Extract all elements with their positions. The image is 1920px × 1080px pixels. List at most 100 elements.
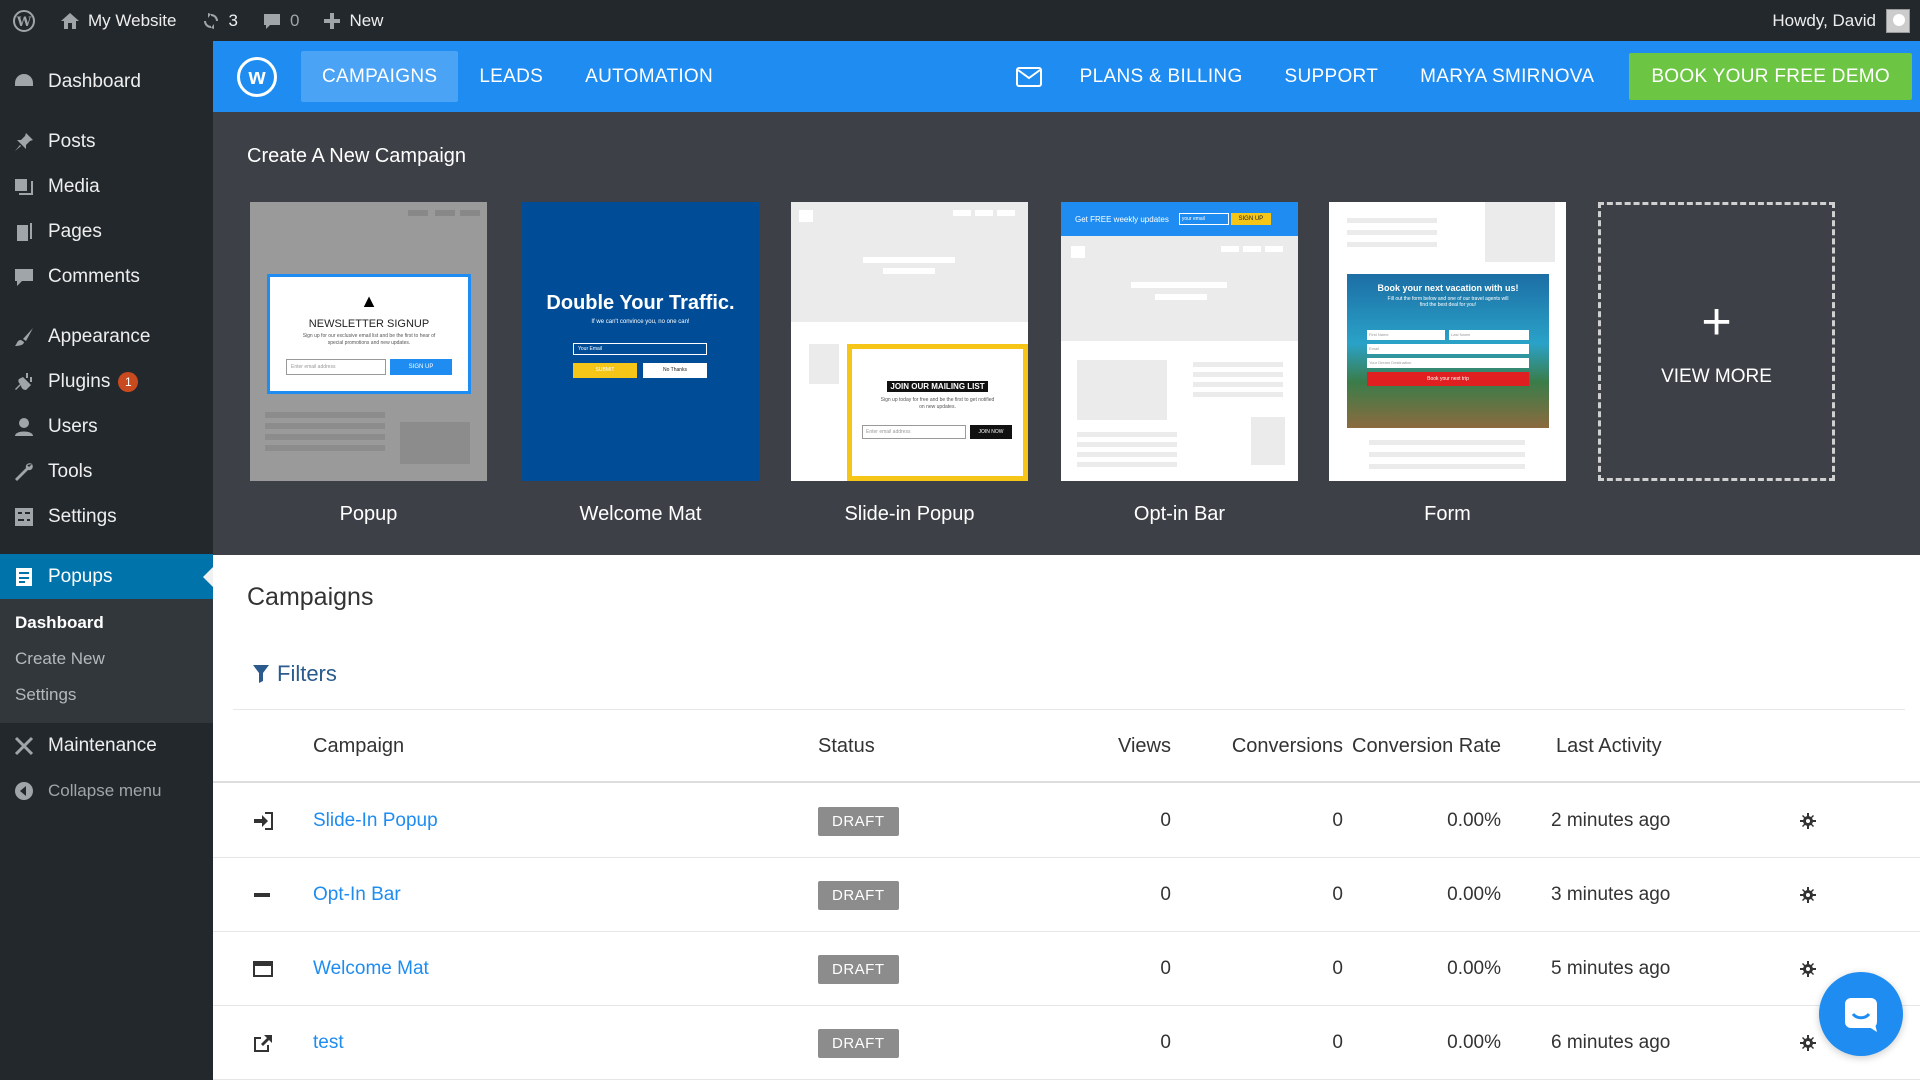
sidebar-item-appearance[interactable]: Appearance (0, 314, 213, 359)
template-opt-in-bar[interactable]: Get FREE weekly updates your email SIGN … (1061, 202, 1298, 526)
logo-icon: ▲ (360, 291, 378, 311)
col-status[interactable]: Status (818, 710, 875, 783)
brand-logo[interactable]: w (237, 56, 277, 97)
create-campaign-panel: Create A New Campaign ▲ NEWSLETTER SIGNU… (213, 112, 1920, 555)
new-content-link[interactable]: New (311, 0, 395, 41)
wrench-icon (12, 460, 36, 484)
filters-label: Filters (277, 661, 337, 686)
sidebar-item-pages[interactable]: Pages (0, 209, 213, 254)
comments-link[interactable]: 0 (250, 0, 311, 41)
popups-submenu: Dashboard Create New Settings (0, 599, 213, 723)
sidebar-item-popups[interactable]: Popups (0, 554, 213, 599)
sidebar-item-maintenance[interactable]: Maintenance (0, 723, 213, 768)
filters-toggle[interactable]: Filters (253, 661, 337, 687)
popup-thumb-button: SIGN UP (390, 359, 452, 375)
sidebar-item-label: Popups (48, 565, 113, 587)
campaign-name-link[interactable]: test (313, 1006, 344, 1080)
tile-label: Welcome Mat (579, 503, 702, 525)
form-thumb-title: Book your next vacation with us! (1377, 283, 1519, 293)
slide-thumb-input: Enter email address (862, 425, 966, 439)
sidebar-item-label: Posts (48, 130, 96, 152)
sidebar-item-comments[interactable]: Comments (0, 254, 213, 299)
status-badge: DRAFT (818, 1028, 899, 1058)
sidebar-item-label: Media (48, 175, 100, 197)
col-campaign[interactable]: Campaign (313, 710, 404, 783)
nav-leads[interactable]: LEADS (458, 51, 564, 102)
view-more-templates[interactable]: + VIEW MORE (1598, 202, 1835, 481)
gear-icon[interactable] (1800, 858, 1816, 932)
updates-link[interactable]: 3 (189, 0, 250, 41)
wordpress-logo-icon[interactable]: W (0, 0, 48, 41)
template-popup[interactable]: ▲ NEWSLETTER SIGNUP Sign up for our excl… (250, 202, 487, 526)
avatar[interactable] (1886, 8, 1910, 33)
mat-thumb-no: No Thanks (643, 363, 707, 378)
window-icon (253, 932, 273, 1006)
gear-icon[interactable] (1800, 932, 1816, 1006)
campaign-name-link[interactable]: Opt-In Bar (313, 858, 401, 932)
col-conversions[interactable]: Conversions (1203, 710, 1343, 783)
sidebar-item-tools[interactable]: Tools (0, 449, 213, 494)
gear-icon[interactable] (1800, 784, 1816, 858)
mat-thumb-input: Your Email (573, 343, 707, 355)
form-thumb-dest: Your Dream Destination (1367, 358, 1529, 368)
last-activity-value: 2 minutes ago (1551, 810, 1671, 831)
mat-thumb-title: Double Your Traffic. (546, 292, 735, 314)
howdy-account-link[interactable]: Howdy, David (1772, 11, 1876, 31)
sidebar-item-settings[interactable]: Settings (0, 494, 213, 539)
sidebar-item-users[interactable]: Users (0, 404, 213, 449)
submenu-dashboard[interactable]: Dashboard (0, 605, 213, 641)
tools-icon (12, 734, 36, 758)
campaign-name-link[interactable]: Slide-In Popup (313, 784, 438, 858)
conversion-rate-value: 0.00% (1447, 958, 1501, 979)
app-top-nav: w CAMPAIGNS LEADS AUTOMATION PLANS & BIL… (213, 41, 1920, 112)
collapse-menu-button[interactable]: Collapse menu (0, 768, 213, 813)
form-thumb-last: Last Name (1449, 330, 1529, 340)
create-campaign-title: Create A New Campaign (247, 145, 467, 167)
form-thumb-email: Email (1367, 344, 1529, 354)
campaigns-table-header: Campaign Status Views Conversions Conver… (213, 710, 1920, 783)
settings-icon (12, 505, 36, 529)
form-thumb-first: First Name (1367, 330, 1445, 340)
mat-thumb-submit: SUBMIT (573, 363, 637, 378)
sidebar-item-label: Users (48, 415, 98, 437)
col-conversion-rate[interactable]: Conversion Rate (1333, 710, 1501, 783)
tile-label: Slide-in Popup (844, 503, 975, 525)
site-name-link[interactable]: My Website (48, 0, 189, 41)
sidebar-item-dashboard[interactable]: Dashboard (0, 59, 213, 104)
nav-campaigns[interactable]: CAMPAIGNS (301, 51, 459, 102)
nav-support[interactable]: SUPPORT (1264, 51, 1400, 102)
campaigns-section: Campaigns Filters Campaign Status Views … (213, 555, 1920, 1080)
comment-icon (12, 265, 36, 289)
conversions-value: 0 (1332, 884, 1343, 905)
sidebar-item-posts[interactable]: Posts (0, 119, 213, 164)
media-icon (12, 175, 36, 199)
submenu-settings[interactable]: Settings (0, 677, 213, 713)
campaigns-title: Campaigns (247, 583, 374, 611)
template-welcome-mat[interactable]: Double Your Traffic. If we can't convinc… (522, 202, 759, 526)
popup-thumb-body: Sign up for our exclusive email list and… (302, 333, 436, 346)
nav-automation[interactable]: AUTOMATION (564, 51, 734, 102)
popup-thumbnail: ▲ NEWSLETTER SIGNUP Sign up for our excl… (250, 202, 487, 481)
last-activity-value: 3 minutes ago (1551, 884, 1671, 905)
gear-icon[interactable] (1800, 1006, 1816, 1080)
campaign-name-link[interactable]: Welcome Mat (313, 932, 429, 1006)
nav-account[interactable]: MARYA SMIRNOVA (1399, 51, 1615, 102)
comments-count: 0 (289, 10, 300, 30)
nav-plans-billing[interactable]: PLANS & BILLING (1059, 51, 1264, 102)
template-form[interactable]: Book your next vacation with us! Fill ou… (1329, 202, 1566, 526)
popup-thumb-input: Enter email address (286, 359, 386, 375)
col-last-activity[interactable]: Last Activity (1556, 710, 1662, 783)
mail-icon[interactable] (999, 66, 1059, 87)
book-demo-button[interactable]: BOOK YOUR FREE DEMO (1629, 53, 1912, 100)
chat-launcher-button[interactable] (1819, 972, 1903, 1056)
external-link-icon (253, 1006, 273, 1080)
sidebar-item-plugins[interactable]: Plugins 1 (0, 359, 213, 404)
col-views[interactable]: Views (1073, 710, 1171, 783)
updates-icon (203, 12, 218, 29)
sidebar-item-media[interactable]: Media (0, 164, 213, 209)
template-slide-in-popup[interactable]: JOIN OUR MAILING LIST Sign up today for … (791, 202, 1028, 526)
comment-bubble-icon (263, 13, 280, 29)
conversions-value: 0 (1332, 1032, 1343, 1053)
submenu-create-new[interactable]: Create New (0, 641, 213, 677)
plus-icon: + (1701, 292, 1732, 351)
